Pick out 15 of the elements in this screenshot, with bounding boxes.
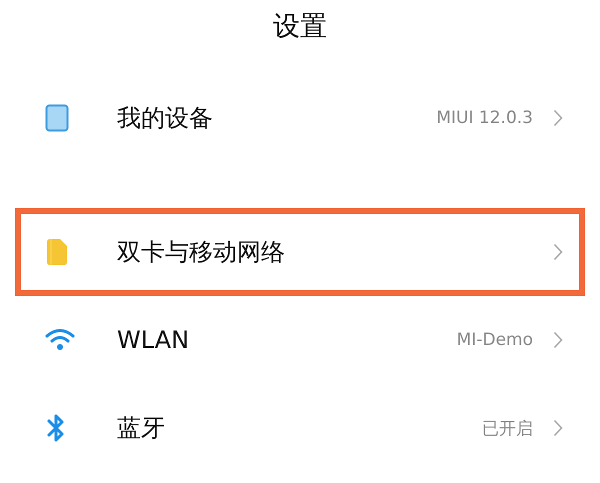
chevron-icon	[553, 109, 563, 127]
device-icon	[45, 104, 69, 132]
setting-label[interactable]: 我的设备	[117, 103, 213, 133]
setting-label[interactable]: 双卡与移动网络	[117, 237, 285, 267]
chevron-icon	[553, 419, 563, 437]
setting-value: MIUI 12.0.3	[436, 108, 533, 128]
setting-label[interactable]: WLAN	[117, 325, 190, 355]
chevron-icon	[553, 331, 563, 349]
setting-value: MI-Demo	[456, 330, 533, 350]
setting-value: 已开启	[482, 418, 533, 440]
page-title: 设置	[272, 10, 328, 44]
sim-card-icon	[45, 238, 69, 266]
wifi-icon	[45, 328, 75, 352]
chevron-icon	[553, 243, 563, 261]
setting-label[interactable]: 蓝牙	[117, 413, 165, 443]
